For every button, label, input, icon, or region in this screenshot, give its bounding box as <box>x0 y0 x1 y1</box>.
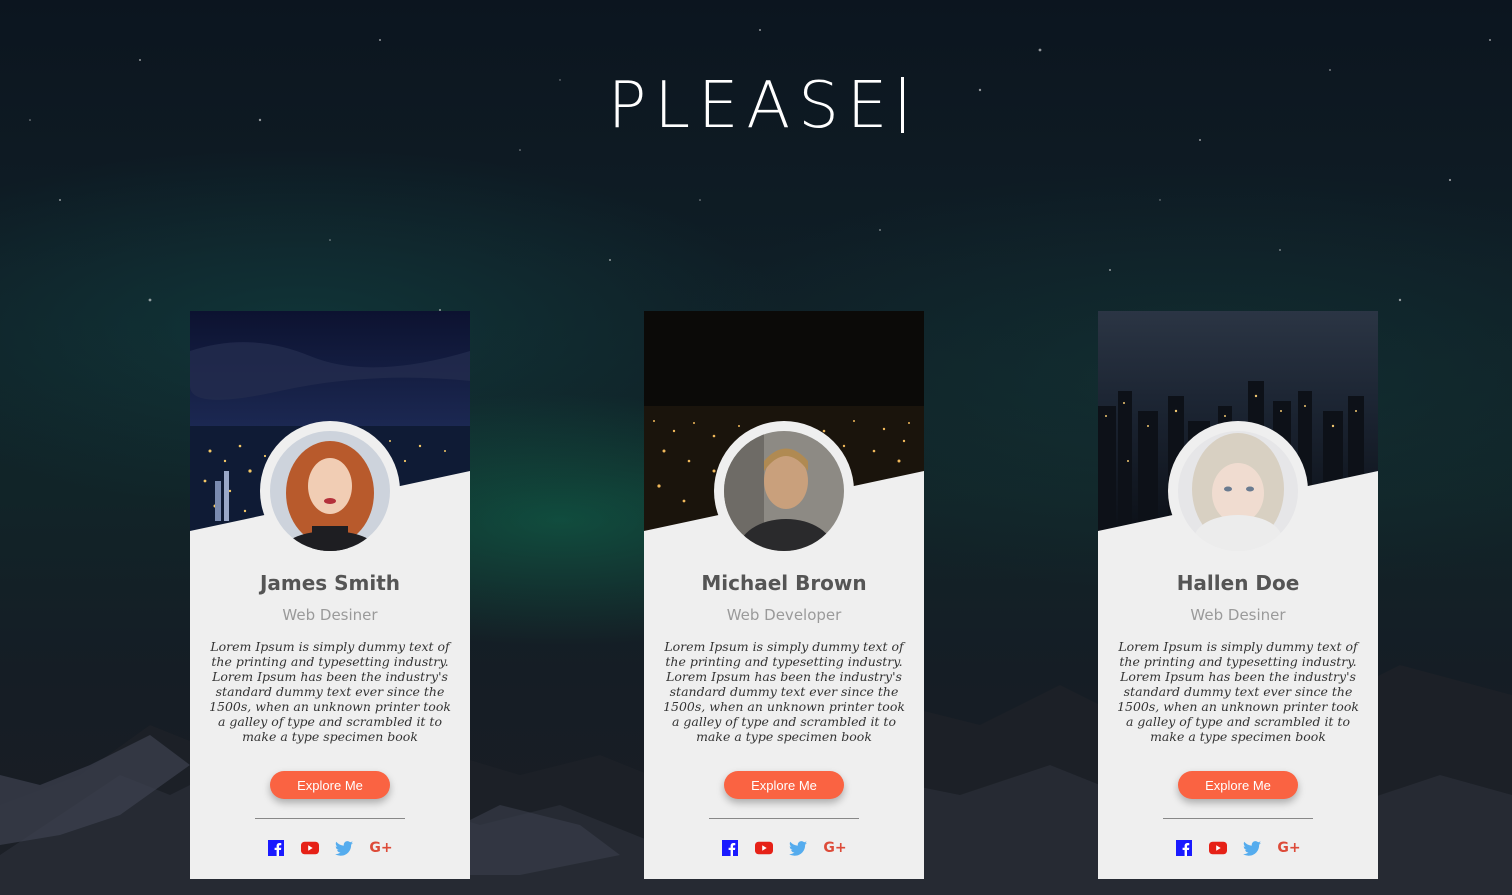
youtube-icon[interactable] <box>301 839 319 857</box>
twitter-icon[interactable] <box>1243 839 1261 857</box>
explore-me-button[interactable]: Explore Me <box>1178 771 1298 799</box>
card-name: James Smith <box>259 571 401 595</box>
avatar <box>270 431 390 551</box>
card-divider <box>709 818 859 819</box>
social-links: G+ <box>1098 839 1378 857</box>
card-description: Lorem Ipsum is simply dummy text of the … <box>1117 639 1359 744</box>
profile-card: Hallen Doe Web Desiner Lorem Ipsum is si… <box>1098 311 1378 879</box>
google-plus-icon[interactable]: G+ <box>369 839 393 857</box>
card-description: Lorem Ipsum is simply dummy text of the … <box>663 639 905 744</box>
social-links: G+ <box>644 839 924 857</box>
profile-card: Michael Brown Web Developer Lorem Ipsum … <box>644 311 924 879</box>
social-links: G+ <box>190 839 470 857</box>
twitter-icon[interactable] <box>335 839 353 857</box>
card-divider <box>255 818 405 819</box>
typing-caret <box>901 77 905 133</box>
explore-me-button[interactable]: Explore Me <box>270 771 390 799</box>
avatar <box>724 431 844 551</box>
page-heading: PLEASE <box>0 68 1512 144</box>
facebook-icon[interactable] <box>1175 839 1193 857</box>
card-name: Michael Brown <box>701 571 867 595</box>
card-description: Lorem Ipsum is simply dummy text of the … <box>209 639 451 744</box>
facebook-icon[interactable] <box>721 839 739 857</box>
heading-text: PLEASE <box>607 69 896 143</box>
profile-card: James Smith Web Desiner Lorem Ipsum is s… <box>190 311 470 879</box>
explore-me-button[interactable]: Explore Me <box>724 771 844 799</box>
google-plus-icon[interactable]: G+ <box>823 839 847 857</box>
facebook-icon[interactable] <box>267 839 285 857</box>
card-divider <box>1163 818 1313 819</box>
card-role: Web Desiner <box>1190 606 1286 624</box>
youtube-icon[interactable] <box>755 839 773 857</box>
google-plus-icon[interactable]: G+ <box>1277 839 1301 857</box>
youtube-icon[interactable] <box>1209 839 1227 857</box>
card-name: Hallen Doe <box>1176 571 1300 595</box>
twitter-icon[interactable] <box>789 839 807 857</box>
card-role: Web Desiner <box>282 606 378 624</box>
card-role: Web Developer <box>726 606 842 624</box>
avatar <box>1178 431 1298 551</box>
